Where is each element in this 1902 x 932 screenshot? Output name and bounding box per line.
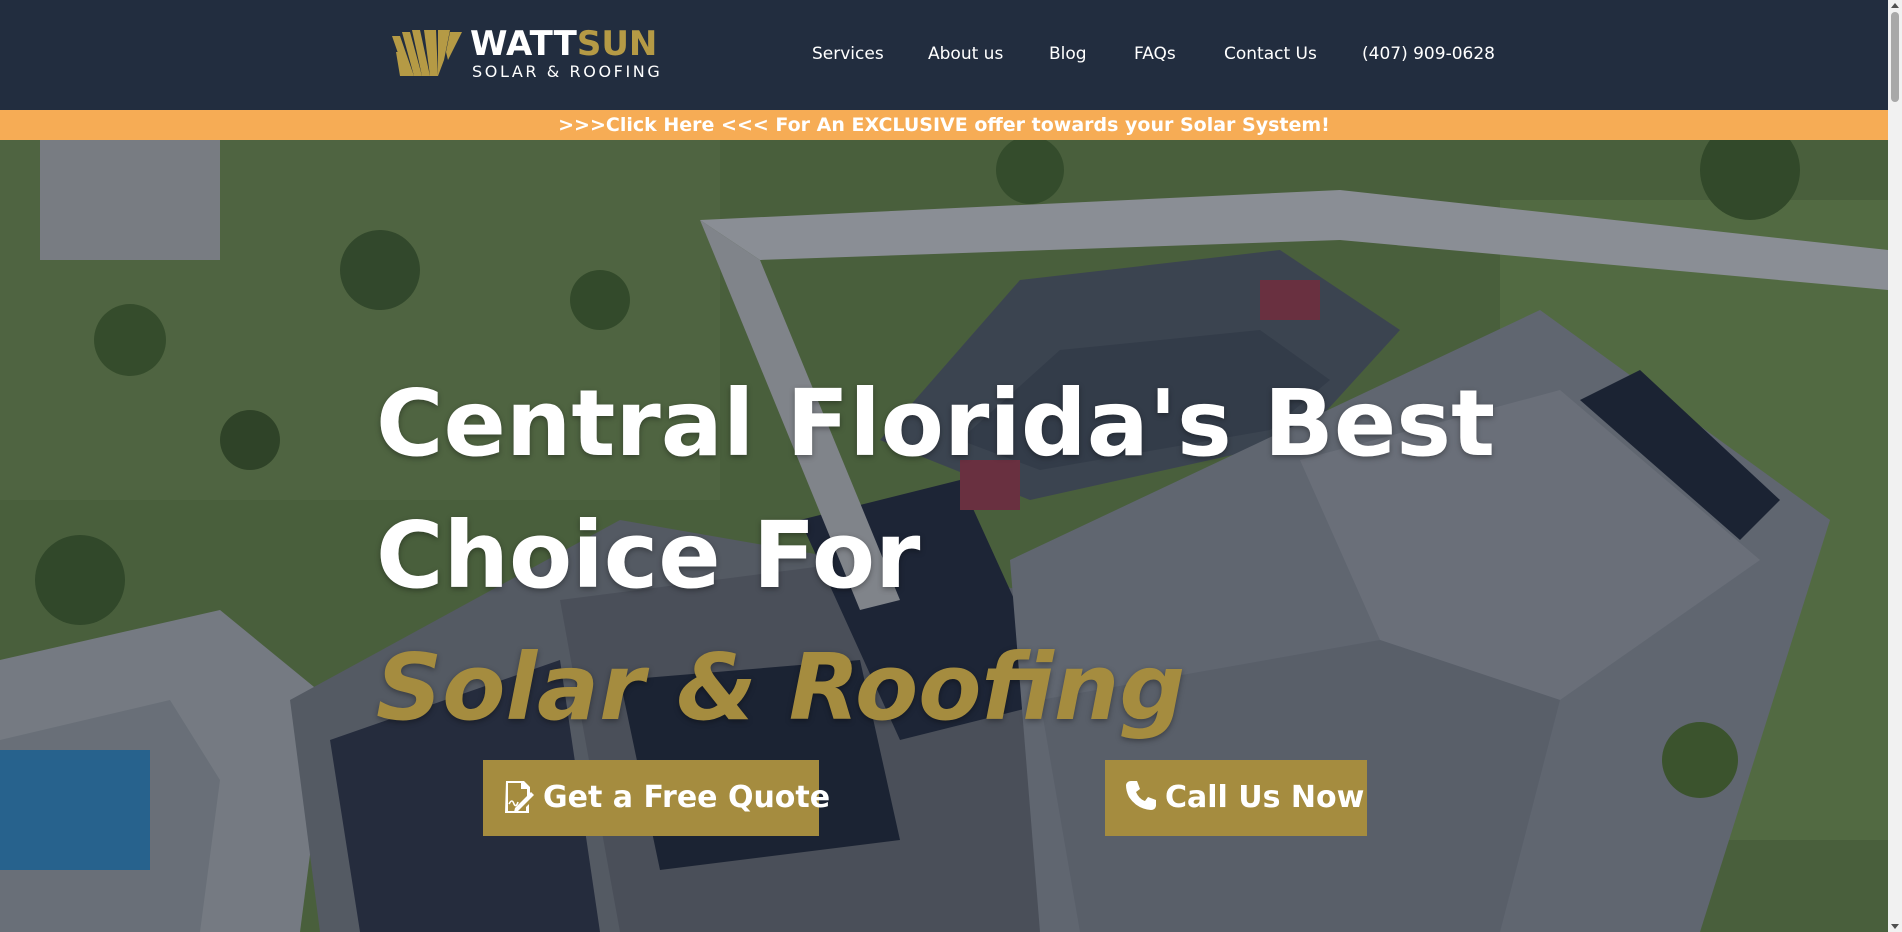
brand-name-part2: SUN (576, 24, 658, 64)
hero-headline-line2: Choice For (376, 502, 921, 609)
hero-headline: Central Florida's Best Choice For Solar … (376, 358, 1495, 754)
brand-tagline: SOLAR & ROOFING (472, 62, 663, 81)
document-signature-icon (505, 780, 534, 813)
hero-headline-line1: Central Florida's Best (376, 370, 1496, 477)
brand-name: WATTSUN (470, 24, 657, 64)
sun-rays-icon (392, 30, 462, 76)
nav-item-blog[interactable]: Blog (1049, 42, 1087, 66)
scroll-down-icon[interactable] (1891, 924, 1899, 929)
promo-banner-text[interactable]: >>>Click Here <<< For An EXCLUSIVE offer… (558, 114, 1330, 136)
scroll-up-icon[interactable] (1891, 3, 1899, 8)
call-us-now-button[interactable]: Call Us Now (1105, 760, 1367, 836)
nav-item-services[interactable]: Services (812, 42, 884, 66)
hero-headline-highlight: Solar & Roofing (376, 634, 1186, 741)
nav-item-phone[interactable]: (407) 909-0628 (1362, 42, 1495, 66)
nav-item-contact-us[interactable]: Contact Us (1224, 42, 1317, 66)
site-header: WATTSUN SOLAR & ROOFING Services About u… (0, 0, 1888, 110)
scrollbar-thumb[interactable] (1891, 12, 1899, 102)
get-free-quote-label: Get a Free Quote (543, 780, 831, 815)
brand-name-part1: WATT (470, 24, 577, 64)
nav-item-faqs[interactable]: FAQs (1134, 42, 1176, 66)
page: WATTSUN SOLAR & ROOFING Services About u… (0, 0, 1902, 932)
phone-icon (1126, 780, 1156, 810)
promo-banner[interactable]: >>>Click Here <<< For An EXCLUSIVE offer… (0, 110, 1888, 140)
get-free-quote-button[interactable]: Get a Free Quote (483, 760, 830, 836)
nav-item-about-us[interactable]: About us (928, 42, 1003, 66)
hero-section: Central Florida's Best Choice For Solar … (0, 140, 1888, 932)
brand-logo[interactable]: WATTSUN SOLAR & ROOFING (392, 24, 663, 82)
call-us-now-label: Call Us Now (1165, 780, 1365, 815)
page-scrollbar[interactable] (1888, 0, 1902, 932)
